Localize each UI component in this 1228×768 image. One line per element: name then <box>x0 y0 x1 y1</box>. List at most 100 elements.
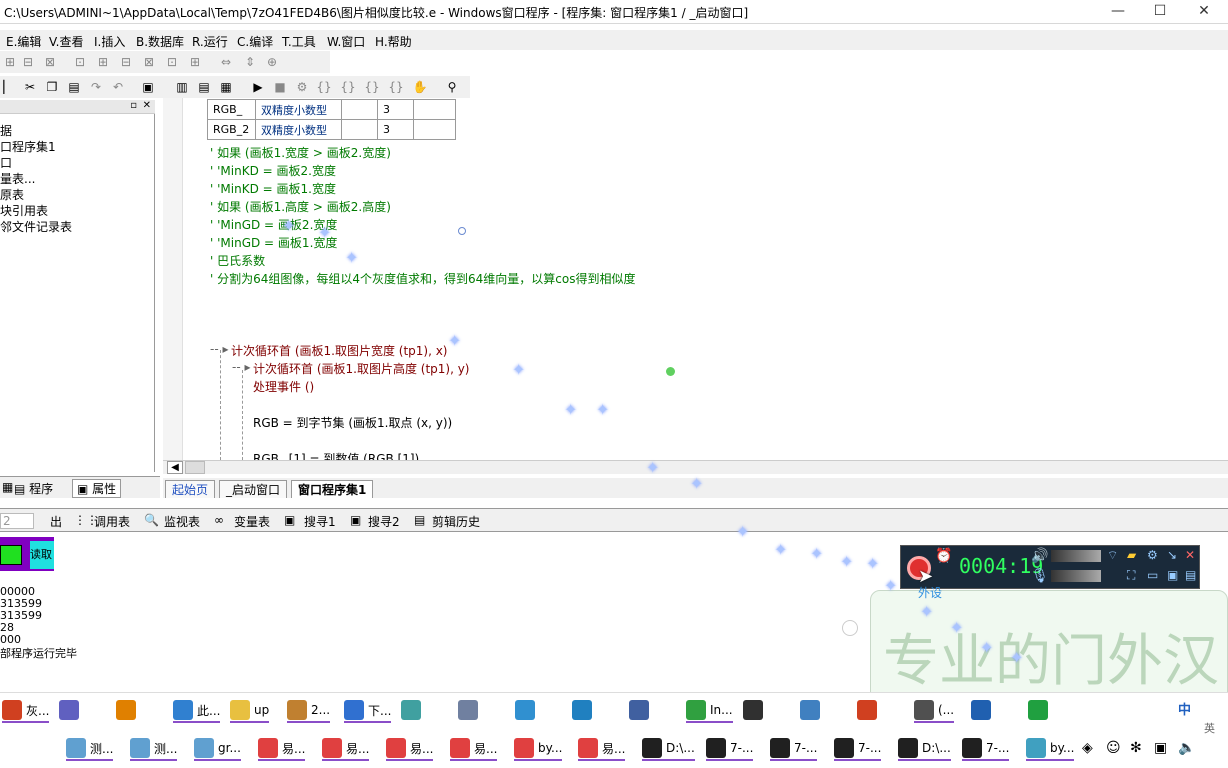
taskbar-button[interactable]: 7-... <box>770 733 818 763</box>
tab-variables[interactable]: 变量表 <box>234 513 270 530</box>
panel-pin-icon[interactable]: ▫ <box>130 100 137 111</box>
copy-icon[interactable]: ❐ <box>44 79 60 95</box>
tree-item[interactable]: 量表... <box>0 170 35 187</box>
taskbar-button[interactable]: 此... <box>173 695 221 725</box>
run-icon[interactable]: ▶ <box>250 79 266 95</box>
tree-item[interactable]: 原表 <box>0 186 24 203</box>
step-out-icon[interactable]: {} <box>364 79 380 95</box>
stop-icon[interactable]: ■ <box>272 79 288 95</box>
tab-output[interactable]: 出 <box>50 513 62 530</box>
monitor-icon[interactable]: ▣ <box>1167 568 1178 582</box>
taskbar-button[interactable] <box>458 695 482 725</box>
taskbar-button[interactable]: (... <box>914 695 955 725</box>
var-array[interactable]: 3 <box>377 99 414 120</box>
output-number-field[interactable]: 2 <box>0 513 34 529</box>
tree-item[interactable]: 邻文件记录表 <box>0 218 72 235</box>
taskbar-button[interactable]: gr... <box>194 733 241 763</box>
var-type[interactable]: 双精度小数型 <box>255 119 342 140</box>
align-left-icon[interactable]: ⊞ <box>2 54 18 70</box>
tray-icon[interactable]: ◈ <box>1082 740 1093 756</box>
menu-edit[interactable]: E.编辑 <box>6 33 41 50</box>
cut-icon[interactable]: ✂ <box>22 79 38 95</box>
redo-icon[interactable]: ↷ <box>88 79 104 95</box>
taskbar-button[interactable]: 易... <box>386 733 434 763</box>
taskbar-button[interactable]: D:\... <box>642 733 695 763</box>
align-bottom-icon[interactable]: ⊟ <box>118 54 134 70</box>
menu-help[interactable]: H.帮助 <box>375 33 412 50</box>
speaker-volume[interactable] <box>1051 550 1101 562</box>
close-button[interactable]: ✕ <box>1184 0 1224 24</box>
hand-icon[interactable]: ✋ <box>412 79 428 95</box>
window-layout-1-icon[interactable]: ▥ <box>174 79 190 95</box>
wifi-icon[interactable]: ⌔ <box>1107 548 1118 563</box>
code-line-loop-x[interactable]: 计次循环首 (画板1.取图片宽度 (tp1), x) <box>231 342 448 359</box>
run-to-cursor-icon[interactable]: {} <box>388 79 404 95</box>
tray-icon[interactable]: ☺ <box>1106 740 1121 756</box>
speaker-icon[interactable]: 🔊 <box>1031 548 1048 564</box>
taskbar-button[interactable]: up <box>230 695 270 725</box>
paste-icon[interactable]: ▤ <box>66 79 82 95</box>
taskbar-button[interactable]: In... <box>686 695 733 725</box>
tree-item[interactable]: 口程序集1 <box>0 138 56 155</box>
taskbar-button[interactable] <box>401 695 425 725</box>
taskbar-button[interactable] <box>1028 695 1052 725</box>
tab-search2[interactable]: 搜寻2 <box>368 513 400 530</box>
volume-icon[interactable]: 🔈 <box>1178 740 1195 756</box>
var-array[interactable]: 3 <box>377 119 414 140</box>
code-comment[interactable]: ' 巴氏系数 <box>210 252 265 269</box>
taskbar-button[interactable] <box>572 695 596 725</box>
lang-indicator[interactable]: 英 <box>1204 720 1215 736</box>
ime-indicator[interactable]: 中 <box>1178 699 1191 718</box>
taskbar-button[interactable] <box>116 695 140 725</box>
undo-icon[interactable]: ↶ <box>110 79 126 95</box>
taskbar-button[interactable]: D:\... <box>898 733 951 763</box>
find-icon[interactable]: ▣ <box>140 79 156 95</box>
mic-icon[interactable]: 🎙 <box>1031 568 1049 584</box>
taskbar-button[interactable] <box>857 695 881 725</box>
tab-properties[interactable]: ▣ 属性 <box>72 479 122 498</box>
step-over-icon[interactable]: {} <box>340 79 356 95</box>
tab-call-table[interactable]: 调用表 <box>94 513 130 530</box>
taskbar-button[interactable] <box>743 695 767 725</box>
taskbar-button[interactable]: 测... <box>66 733 114 763</box>
network-icon[interactable]: ▣ <box>1154 740 1167 756</box>
code-comment[interactable]: ' 'MinKD = 画板2.宽度 <box>210 162 336 179</box>
center-icon[interactable]: ⊕ <box>264 54 280 70</box>
display-icon[interactable]: ▤ <box>1185 568 1196 582</box>
tab-search1[interactable]: 搜寻1 <box>304 513 336 530</box>
code-comment[interactable]: ' 如果 (画板1.宽度 > 画板2.宽度) <box>210 144 391 161</box>
green-button[interactable] <box>0 545 22 565</box>
folder-icon[interactable]: ▰ <box>1127 548 1136 562</box>
alarm-icon[interactable]: ⏰ <box>935 548 952 564</box>
tab-startup-window[interactable]: _启动窗口 <box>219 480 288 498</box>
align-middle-icon[interactable]: ⊞ <box>95 54 111 70</box>
menu-tools[interactable]: T.工具 <box>282 33 316 50</box>
panel-close-icon[interactable]: ✕ <box>143 100 151 111</box>
taskbar-button[interactable]: 灰... <box>2 695 50 725</box>
close-icon[interactable]: ✕ <box>1185 548 1195 562</box>
same-size-icon[interactable]: ⊞ <box>187 54 203 70</box>
var-static[interactable] <box>341 99 378 120</box>
window-layout-3-icon[interactable]: ▦ <box>218 79 234 95</box>
taskbar-button[interactable] <box>629 695 653 725</box>
fullscreen-icon[interactable]: ⛶ <box>1127 568 1135 583</box>
maximize-button[interactable]: ☐ <box>1140 0 1180 24</box>
align-top-icon[interactable]: ⊡ <box>72 54 88 70</box>
settings-icon[interactable]: ⚙ <box>1147 548 1158 562</box>
var-note[interactable] <box>413 99 456 120</box>
tab-data[interactable]: ▦ <box>2 480 13 494</box>
menu-database[interactable]: B.数据库 <box>136 33 184 50</box>
region-icon[interactable]: ▭ <box>1147 568 1158 582</box>
menu-window[interactable]: W.窗口 <box>327 33 365 50</box>
taskbar-button[interactable]: by... <box>1026 733 1075 763</box>
tab-start-page[interactable]: 起始页 <box>165 480 216 498</box>
table-row[interactable]: RGB_2 双精度小数型 3 <box>207 119 456 140</box>
taskbar-button[interactable] <box>59 695 83 725</box>
taskbar-button[interactable] <box>2 733 26 763</box>
taskbar-button[interactable]: 易... <box>578 733 626 763</box>
taskbar-button[interactable] <box>971 695 995 725</box>
taskbar-button[interactable] <box>800 695 824 725</box>
read-button[interactable]: 读取 <box>30 541 54 569</box>
step-into-icon[interactable]: {} <box>316 79 332 95</box>
scroll-left-icon[interactable]: ◀ <box>167 461 183 474</box>
